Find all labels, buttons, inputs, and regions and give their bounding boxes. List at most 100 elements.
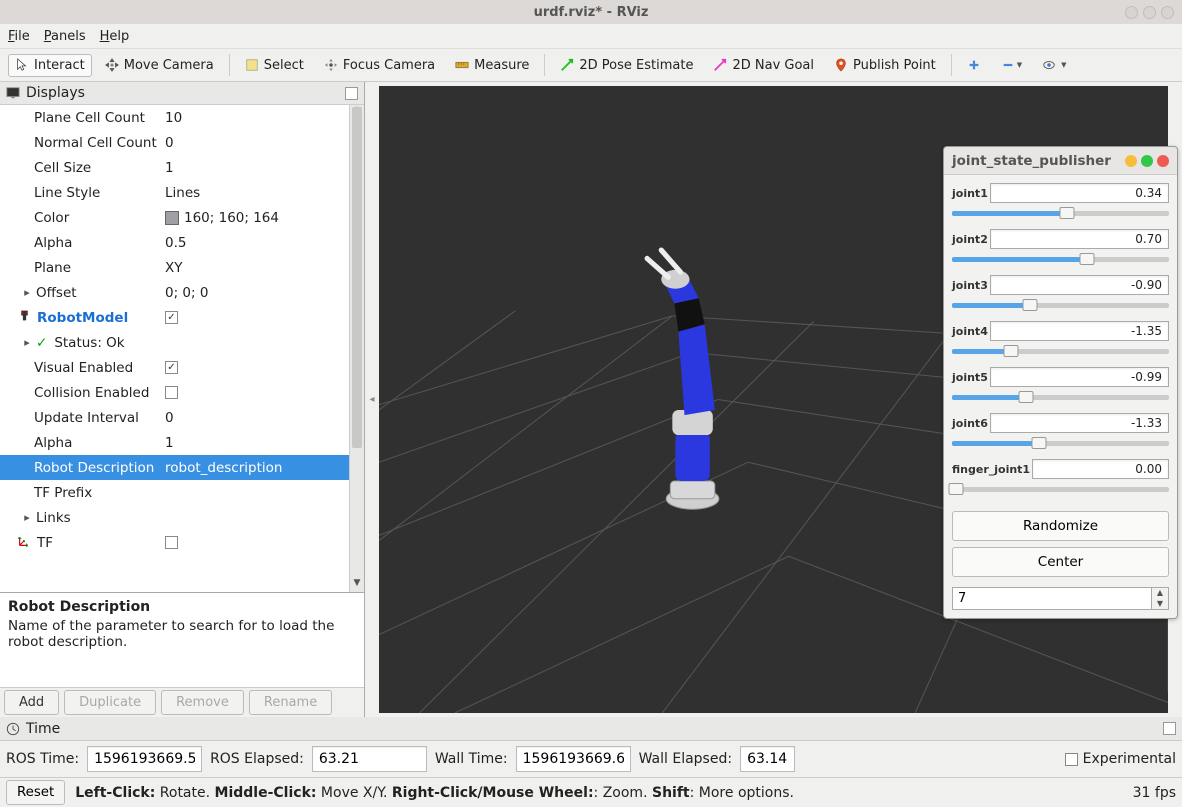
add-button[interactable]: Add [4,690,59,715]
remove-button[interactable]: Remove [161,690,244,715]
property-value[interactable]: 0.5 [165,235,364,251]
slider-thumb[interactable] [1079,253,1094,265]
time-panel-header[interactable]: Time [0,717,1182,741]
property-value[interactable]: ✓ [165,311,364,324]
time-undock-button[interactable] [1163,722,1176,735]
slider-thumb[interactable] [949,483,964,495]
joint-value-input[interactable]: 0.00 [1032,459,1169,479]
rate-spinbox[interactable]: ▲▼ [952,587,1169,610]
property-row[interactable]: Line StyleLines [0,180,364,205]
focus-camera-button[interactable]: Focus Camera [317,54,442,77]
property-row[interactable]: ▸Offset0; 0; 0 [0,280,364,305]
joint-slider[interactable] [952,482,1169,496]
add-tool-button[interactable] [960,54,988,76]
property-row[interactable]: TF Prefix [0,480,364,505]
property-row[interactable]: Collision Enabled [0,380,364,405]
scrollbar-thumb[interactable] [352,107,362,448]
maximize-button[interactable] [1143,6,1156,19]
checkbox[interactable] [165,386,178,399]
joint-slider[interactable] [952,344,1169,358]
wall-elapsed-input[interactable] [740,746,795,772]
left-grab-handle[interactable]: ◂ [365,82,379,717]
close-dot[interactable] [1157,155,1169,167]
randomize-button[interactable]: Randomize [952,511,1169,541]
joint-slider[interactable] [952,206,1169,220]
joint-slider[interactable] [952,390,1169,404]
menu-help[interactable]: Help [100,29,130,44]
joint-state-publisher-window[interactable]: joint_state_publisher joint1 0.34 joint2… [943,146,1178,619]
wall-time-input[interactable] [516,746,631,772]
center-button[interactable]: Center [952,547,1169,577]
publish-point-button[interactable]: Publish Point [827,54,943,77]
move-camera-button[interactable]: Move Camera [98,54,221,77]
property-value[interactable]: 160; 160; 164 [165,210,364,226]
expander-icon[interactable]: ▸ [22,336,32,349]
joint-slider[interactable] [952,436,1169,450]
slider-thumb[interactable] [1023,299,1038,311]
close-button[interactable] [1161,6,1174,19]
measure-button[interactable]: Measure [448,54,536,77]
slider-thumb[interactable] [1018,391,1033,403]
property-row[interactable]: Normal Cell Count0 [0,130,364,155]
joint-value-input[interactable]: 0.34 [990,183,1169,203]
property-value[interactable] [165,386,364,399]
view-tool-button[interactable]: ▼ [1035,54,1073,76]
remove-tool-button[interactable]: ▼ [994,54,1029,76]
scrollbar[interactable]: ▲ ▼ [349,105,364,592]
rename-button[interactable]: Rename [249,690,332,715]
property-row[interactable]: ▸Links [0,505,364,530]
joint-window-title-bar[interactable]: joint_state_publisher [944,147,1177,175]
property-row[interactable]: ▸✓Status: Ok [0,330,364,355]
displays-header[interactable]: Displays [0,82,364,105]
minimize-button[interactable] [1125,6,1138,19]
property-value[interactable]: 10 [165,110,364,126]
checkbox[interactable]: ✓ [165,361,178,374]
property-tree[interactable]: Plane Cell Count10Normal Cell Count0Cell… [0,105,364,592]
ros-elapsed-input[interactable] [312,746,427,772]
pose-estimate-button[interactable]: 2D Pose Estimate [553,54,700,77]
joint-value-input[interactable]: 0.70 [990,229,1169,249]
property-value[interactable]: 0 [165,410,364,426]
joint-value-input[interactable]: -1.35 [990,321,1169,341]
rate-input[interactable] [952,587,1152,610]
menu-file[interactable]: File [8,29,30,44]
checkbox[interactable] [165,536,178,549]
joint-value-input[interactable]: -1.33 [990,413,1169,433]
property-value[interactable]: ✓ [165,361,364,374]
property-value[interactable]: 1 [165,160,364,176]
slider-thumb[interactable] [1031,437,1046,449]
property-value[interactable]: 0; 0; 0 [165,285,364,301]
property-value[interactable]: 0 [165,135,364,151]
minimize-dot[interactable] [1125,155,1137,167]
property-row[interactable]: Alpha1 [0,430,364,455]
property-value[interactable]: robot_description [165,460,364,476]
duplicate-button[interactable]: Duplicate [64,690,156,715]
property-row[interactable]: Visual Enabled✓ [0,355,364,380]
property-row[interactable]: Alpha0.5 [0,230,364,255]
property-row[interactable]: Cell Size1 [0,155,364,180]
joint-slider[interactable] [952,298,1169,312]
slider-thumb[interactable] [1060,207,1075,219]
maximize-dot[interactable] [1141,155,1153,167]
spin-up[interactable]: ▲ [1152,588,1168,599]
property-row[interactable]: Plane Cell Count10 [0,105,364,130]
joint-slider[interactable] [952,252,1169,266]
property-row[interactable]: PlaneXY [0,255,364,280]
property-row[interactable]: RobotModel✓ [0,305,364,330]
property-value[interactable]: 1 [165,435,364,451]
property-row[interactable]: Update Interval0 [0,405,364,430]
menu-panels[interactable]: Panels [44,29,86,44]
property-value[interactable] [165,536,364,549]
property-row[interactable]: Color160; 160; 164 [0,205,364,230]
expander-icon[interactable]: ▸ [22,511,32,524]
spin-down[interactable]: ▼ [1152,599,1168,610]
property-row[interactable]: Robot Descriptionrobot_description [0,455,364,480]
checkbox[interactable]: ✓ [165,311,178,324]
panel-undock-button[interactable] [345,87,358,100]
joint-value-input[interactable]: -0.90 [990,275,1169,295]
property-row[interactable]: TF [0,530,364,555]
experimental-checkbox[interactable] [1065,753,1078,766]
nav-goal-button[interactable]: 2D Nav Goal [706,54,821,77]
splitter[interactable] [0,592,364,596]
ros-time-input[interactable] [87,746,202,772]
